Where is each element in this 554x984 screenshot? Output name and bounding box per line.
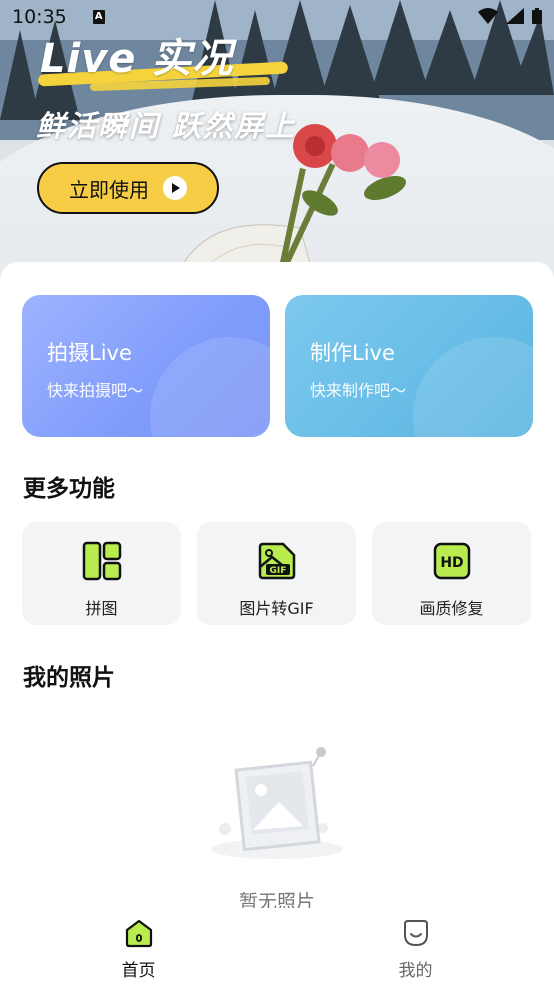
shoot-live-card[interactable]: 拍摄Live 快来拍摄吧〜 bbox=[22, 295, 270, 437]
notification-icon: A bbox=[92, 10, 105, 24]
collage-label: 拼图 bbox=[85, 599, 118, 618]
nav-profile[interactable]: 我的 bbox=[277, 908, 554, 984]
nav-profile-label: 我的 bbox=[398, 961, 433, 981]
nav-home[interactable]: 首页 bbox=[0, 908, 277, 984]
hd-repair-label: 画质修复 bbox=[419, 599, 484, 618]
play-icon bbox=[163, 176, 187, 200]
make-live-title: 制作Live bbox=[310, 341, 395, 365]
signal-icon bbox=[506, 8, 524, 24]
more-features-title: 更多功能 bbox=[23, 476, 115, 502]
card-decoration bbox=[150, 337, 270, 437]
profile-icon bbox=[403, 920, 428, 947]
my-photos-title: 我的照片 bbox=[23, 665, 115, 691]
nav-home-label: 首页 bbox=[121, 961, 156, 981]
hero-title: Live 实况 bbox=[40, 36, 234, 82]
empty-photo-illustration bbox=[211, 747, 343, 859]
svg-text:GIF: GIF bbox=[269, 566, 286, 576]
status-icons bbox=[478, 8, 542, 24]
wifi-icon bbox=[478, 8, 498, 24]
shoot-live-subtitle: 快来拍摄吧〜 bbox=[47, 381, 144, 400]
hd-icon: HD bbox=[433, 542, 470, 580]
shoot-live-title: 拍摄Live bbox=[47, 341, 132, 365]
bottom-navigation: 首页 我的 bbox=[0, 908, 554, 984]
features-grid: 拼图 GIF 图片转GIF HD 画质修复 bbox=[22, 522, 531, 625]
collage-tool[interactable]: 拼图 bbox=[22, 522, 181, 625]
main-content: 拍摄Live 快来拍摄吧〜 制作Live 快来制作吧〜 更多功能 拼图 GIF … bbox=[0, 262, 554, 984]
card-decoration bbox=[413, 337, 533, 437]
hero-banner[interactable]: 10:35 A Live 实况 鲜活瞬间 跃然屏上 立即使用 bbox=[0, 0, 554, 300]
svg-text:HD: HD bbox=[440, 555, 463, 571]
status-time: 10:35 bbox=[12, 6, 67, 28]
use-now-button[interactable]: 立即使用 bbox=[37, 162, 219, 214]
gif-icon: GIF bbox=[258, 542, 295, 580]
make-live-card[interactable]: 制作Live 快来制作吧〜 bbox=[285, 295, 533, 437]
home-icon bbox=[125, 919, 152, 948]
gif-label: 图片转GIF bbox=[239, 599, 314, 618]
make-live-subtitle: 快来制作吧〜 bbox=[310, 381, 407, 400]
gif-tool[interactable]: GIF 图片转GIF bbox=[197, 522, 356, 625]
use-now-label: 立即使用 bbox=[69, 177, 149, 202]
status-bar: 10:35 A bbox=[12, 6, 105, 28]
hd-repair-tool[interactable]: HD 画质修复 bbox=[372, 522, 531, 625]
hero-subtitle: 鲜活瞬间 跃然屏上 bbox=[36, 109, 297, 143]
battery-icon bbox=[532, 8, 542, 24]
collage-icon bbox=[82, 541, 121, 581]
